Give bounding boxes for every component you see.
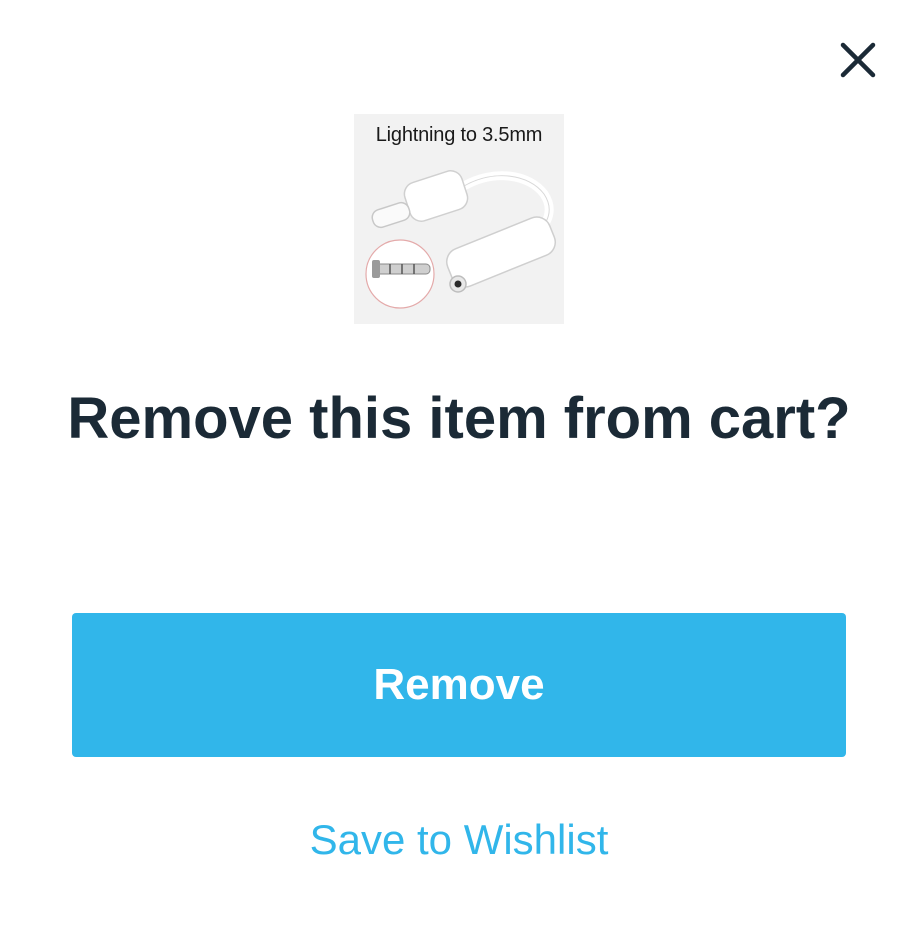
remove-button[interactable]: Remove [72,613,846,757]
product-image-caption: Lightning to 3.5mm [375,124,543,146]
dialog-title: Remove this item from cart? [67,386,851,451]
product-image: Lightning to 3.5mm [354,114,564,324]
save-to-wishlist-link[interactable]: Save to Wishlist [159,808,759,872]
remove-item-dialog: Lightning to 3.5mm Remove this item from… [0,0,918,941]
close-button[interactable] [836,38,880,82]
close-icon [840,42,876,78]
